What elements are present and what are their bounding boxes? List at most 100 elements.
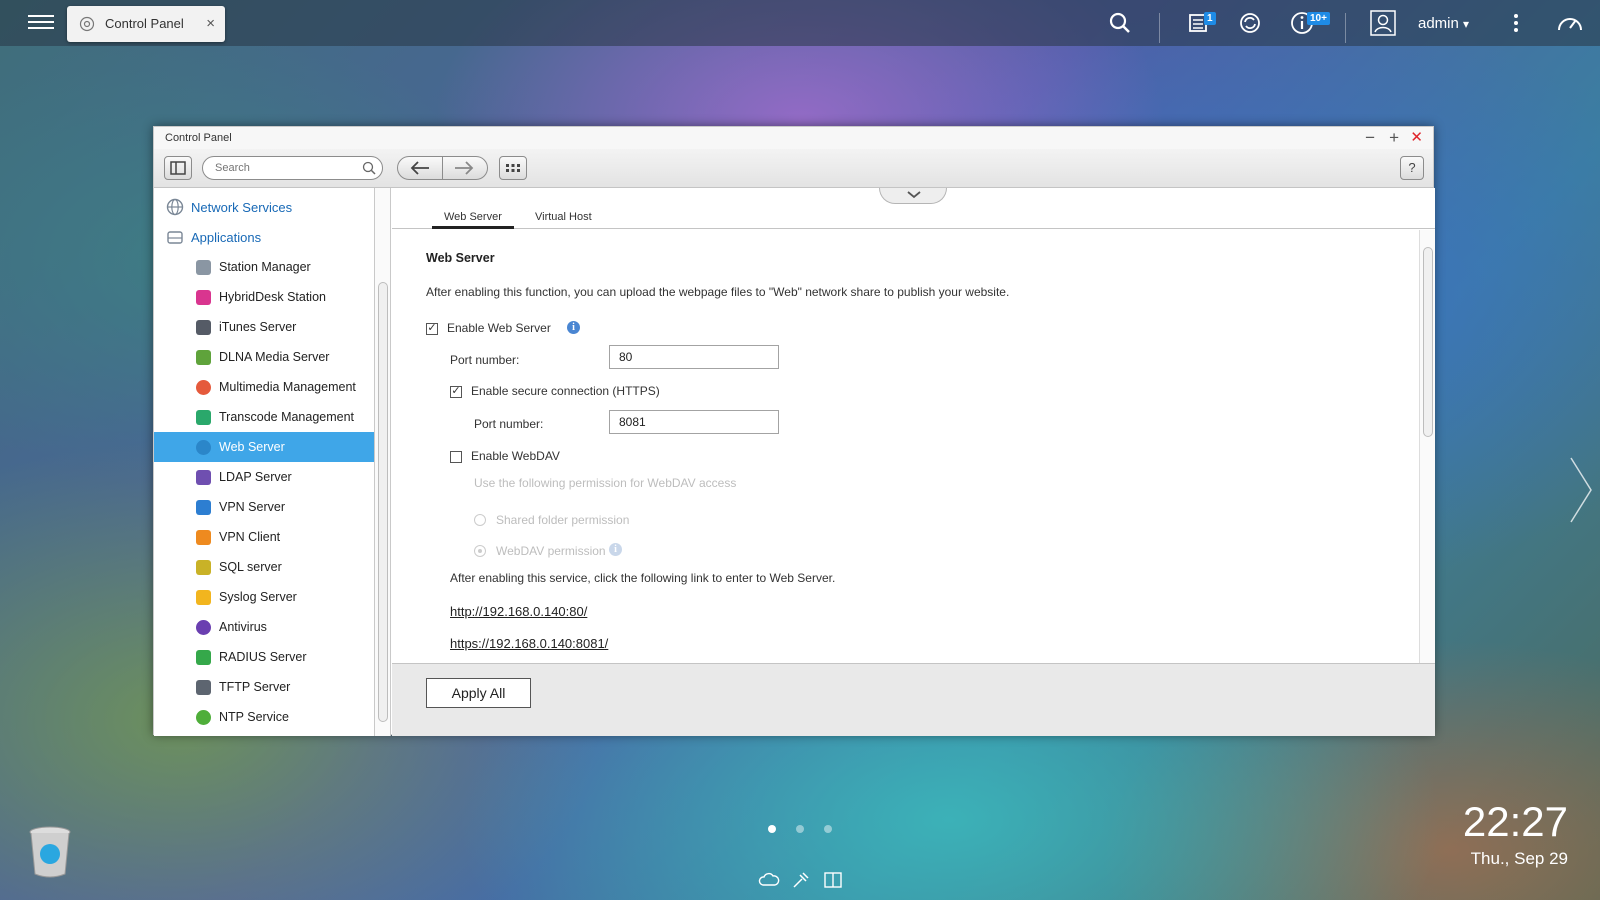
syslog-icon bbox=[196, 589, 211, 605]
station-manager-icon bbox=[196, 259, 211, 275]
description-text: After enabling this function, you can up… bbox=[426, 285, 1010, 299]
book-icon[interactable] bbox=[822, 869, 844, 891]
taskbar-tab-control-panel[interactable]: Control Panel × bbox=[67, 6, 225, 42]
sidebar-scrollbar[interactable] bbox=[375, 188, 391, 736]
vpn-server-icon bbox=[196, 499, 211, 515]
chevron-down-icon bbox=[907, 191, 921, 199]
page-dot[interactable] bbox=[824, 825, 832, 833]
cloud-icon[interactable] bbox=[758, 869, 780, 891]
sidebar-item-label: LDAP Server bbox=[219, 470, 292, 484]
search-input[interactable] bbox=[202, 156, 383, 180]
tab-web-server[interactable]: Web Server bbox=[432, 211, 514, 229]
sidebar-item-label: Web Server bbox=[219, 440, 285, 454]
close-button[interactable]: ✕ bbox=[1410, 128, 1423, 148]
sidebar-toggle-icon bbox=[170, 161, 186, 175]
sidebar-item-vpn-server[interactable]: VPN Server bbox=[154, 492, 374, 522]
sidebar-item-dlna-media-server[interactable]: DLNA Media Server bbox=[154, 342, 374, 372]
sidebar-category-label: Network Services bbox=[191, 199, 293, 215]
shared-folder-permission-label: Shared folder permission bbox=[496, 513, 630, 527]
page-dot[interactable] bbox=[796, 825, 804, 833]
sidebar-item-vpn-client[interactable]: VPN Client bbox=[154, 522, 374, 552]
sidebar-category-applications[interactable]: Applications bbox=[166, 226, 261, 248]
more-options-icon[interactable] bbox=[1504, 11, 1528, 35]
window-title: Control Panel bbox=[165, 132, 232, 144]
recycle-bin-icon[interactable] bbox=[26, 826, 74, 878]
enable-https-checkbox[interactable]: ✓ bbox=[450, 386, 462, 398]
http-link[interactable]: http://192.168.0.140:80/ bbox=[450, 604, 587, 619]
forward-button[interactable] bbox=[442, 156, 488, 180]
sql-icon bbox=[196, 559, 211, 575]
back-button[interactable] bbox=[397, 156, 443, 180]
sidebar-item-label: HybridDesk Station bbox=[219, 290, 326, 304]
info-icon[interactable]: i bbox=[567, 321, 580, 334]
https-link[interactable]: https://192.168.0.140:8081/ bbox=[450, 636, 608, 651]
sidebar-item-tftp-server[interactable]: TFTP Server bbox=[154, 672, 374, 702]
sidebar-item-web-server[interactable]: Web Server bbox=[154, 432, 374, 462]
sidebar-item-label: Antivirus bbox=[219, 620, 267, 634]
dashboard-gauge-icon[interactable] bbox=[1556, 11, 1584, 35]
sidebar-item-label: Syslog Server bbox=[219, 590, 297, 604]
sidebar-item-label: Transcode Management bbox=[219, 410, 355, 424]
search-icon[interactable] bbox=[362, 161, 376, 175]
main-menu-icon[interactable] bbox=[28, 11, 54, 33]
taskbar-tab-label: Control Panel bbox=[105, 16, 184, 31]
toggle-sidebar-button[interactable] bbox=[164, 156, 192, 180]
window-title-bar[interactable]: Control Panel − + ✕ bbox=[154, 127, 1433, 149]
clock-date: Thu., Sep 29 bbox=[1470, 849, 1568, 868]
sidebar-item-label: TFTP Server bbox=[219, 680, 291, 694]
sync-icon[interactable] bbox=[1238, 11, 1262, 35]
https-port-number-input[interactable] bbox=[609, 410, 779, 434]
sidebar-item-label: SQL server bbox=[219, 560, 282, 574]
content-scroll-thumb[interactable] bbox=[1423, 247, 1433, 437]
port-number-input[interactable] bbox=[609, 345, 779, 369]
gear-icon bbox=[79, 16, 95, 32]
itunes-icon bbox=[196, 319, 211, 335]
collapse-toggle[interactable] bbox=[879, 188, 947, 204]
sidebar-item-itunes-server[interactable]: iTunes Server bbox=[154, 312, 374, 342]
sidebar-item-hybriddesk-station[interactable]: HybridDesk Station bbox=[154, 282, 374, 312]
sidebar-item-sql-server[interactable]: SQL server bbox=[154, 552, 374, 582]
shared-folder-permission-radio[interactable] bbox=[474, 514, 486, 526]
apply-all-button[interactable]: Apply All bbox=[426, 678, 531, 708]
sidebar-item-antivirus[interactable]: Antivirus bbox=[154, 612, 374, 642]
ldap-icon bbox=[196, 469, 211, 485]
separator bbox=[1159, 13, 1160, 43]
sidebar-item-label: DLNA Media Server bbox=[219, 350, 330, 364]
sidebar-item-label: iTunes Server bbox=[219, 320, 297, 334]
web-server-icon bbox=[196, 439, 211, 455]
sidebar-item-label: RADIUS Server bbox=[219, 650, 307, 664]
sidebar-item-transcode-management[interactable]: Transcode Management bbox=[154, 402, 374, 432]
chevron-right-icon[interactable] bbox=[1567, 450, 1595, 530]
sidebar-item-ntp-service[interactable]: NTP Service bbox=[154, 702, 374, 732]
taskbar-tab-close-icon[interactable]: × bbox=[206, 15, 215, 32]
hybriddesk-icon bbox=[196, 289, 211, 305]
enable-web-server-checkbox[interactable]: ✓ bbox=[426, 323, 438, 335]
minimize-button[interactable]: − bbox=[1365, 128, 1375, 148]
chevron-down-icon: ▾ bbox=[1463, 17, 1470, 31]
tools-icon[interactable] bbox=[790, 869, 812, 891]
sidebar-scroll-thumb[interactable] bbox=[378, 282, 388, 722]
user-menu[interactable]: admin ▾ bbox=[1418, 15, 1469, 32]
tab-virtual-host[interactable]: Virtual Host bbox=[535, 211, 592, 229]
grid-icon bbox=[506, 164, 520, 172]
sidebar-item-station-manager[interactable]: Station Manager bbox=[154, 252, 374, 282]
user-avatar-icon[interactable] bbox=[1370, 10, 1396, 36]
control-panel-window: Control Panel − + ✕ Search ? Network Ser… bbox=[153, 126, 1435, 736]
sidebar-item-ldap-server[interactable]: LDAP Server bbox=[154, 462, 374, 492]
help-button[interactable]: ? bbox=[1400, 156, 1424, 180]
sidebar-category-network-services[interactable]: Network Services bbox=[166, 196, 292, 218]
maximize-button[interactable]: + bbox=[1389, 128, 1399, 148]
search-icon[interactable] bbox=[1108, 11, 1132, 35]
sidebar: Network Services Applications Station Ma… bbox=[154, 188, 375, 736]
content-scrollbar[interactable] bbox=[1419, 230, 1435, 663]
transcode-icon bbox=[196, 409, 211, 425]
enable-https-label: Enable secure connection (HTTPS) bbox=[471, 384, 660, 398]
webdav-permission-radio[interactable] bbox=[474, 545, 486, 557]
sidebar-item-radius-server[interactable]: RADIUS Server bbox=[154, 642, 374, 672]
page-dot[interactable] bbox=[768, 825, 776, 833]
overview-button[interactable] bbox=[499, 156, 527, 180]
desktop-clock: 22:27 Thu., Sep 29 bbox=[1463, 800, 1568, 869]
sidebar-item-multimedia-management[interactable]: Multimedia Management bbox=[154, 372, 374, 402]
sidebar-item-syslog-server[interactable]: Syslog Server bbox=[154, 582, 374, 612]
enable-webdav-checkbox[interactable] bbox=[450, 451, 462, 463]
